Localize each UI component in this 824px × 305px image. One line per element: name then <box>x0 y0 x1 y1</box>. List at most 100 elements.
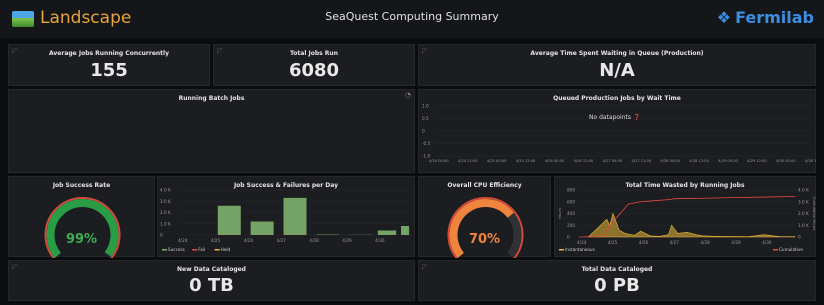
x-tick-label: 4/26 <box>244 238 254 243</box>
legend-label: Cumulative <box>779 247 803 252</box>
x-tick-label: 4/27 12:00 <box>631 159 651 163</box>
success-failures-chart: 4.0 K 3.0 K 2.0 K 1.0 K 0 4/24 4/25 4/26 4/27 4/2… <box>160 188 410 252</box>
x-tick-label: 4/27 00:00 <box>603 159 623 163</box>
legend-swatch <box>214 249 220 251</box>
stat-value: 0 TB <box>189 275 234 296</box>
x-tick-label: 4/27 <box>670 240 680 245</box>
y-tick-label: -0.5 <box>422 141 431 146</box>
gauge-fill <box>449 199 514 258</box>
x-tick-label: 4/30 <box>375 238 385 243</box>
y-left-tick-label: 0 <box>567 235 570 240</box>
x-tick-label: 4/26 12:00 <box>574 159 594 163</box>
panel-title: Running Batch Jobs <box>178 95 245 102</box>
x-tick-label: 4/24 <box>577 240 587 245</box>
y-tick-label: 4.0 K <box>160 188 171 193</box>
y-tick-label: 0.5 <box>422 116 429 121</box>
panel-title: Average Time Spent Waiting in Queue (Pro… <box>530 50 704 57</box>
legend-swatch <box>162 249 167 251</box>
gauge-fill <box>46 199 119 258</box>
panel-title: Total Jobs Run <box>290 50 338 57</box>
y-left-tick-label: 200 <box>567 223 575 228</box>
y-left-tick-label: 400 <box>567 211 575 216</box>
y-right-tick-label: 4.0 K <box>798 188 809 193</box>
legend-label: Fail <box>198 247 205 252</box>
panel-success-failures[interactable]: Job Success & Failures per Day 4.0 K 3.0 … <box>157 176 415 257</box>
x-tick-label: 4/28 12:00 <box>689 159 709 163</box>
stat-value: 0 PB <box>594 275 640 296</box>
dashboard-title: SeaQuest Computing Summary <box>325 10 499 23</box>
bar-success <box>283 197 307 235</box>
no-data-message: No datapoints ❓ <box>589 114 640 121</box>
panel-time-wasted[interactable]: Total Time Wasted by Running Jobs 800 600… <box>554 176 817 257</box>
panel-running-batch[interactable]: Running Batch Jobs ◔ <box>8 89 415 173</box>
bar-success <box>377 230 397 235</box>
y-left-tick-label: 800 <box>567 188 575 193</box>
y-right-tick-label: 1.0 K <box>798 223 809 228</box>
legend-swatch <box>559 249 564 251</box>
panel-cpu-efficiency[interactable]: Overall CPU Efficiency 70% <box>418 176 551 258</box>
panel-avg-wait[interactable]: ◸ Average Time Spent Waiting in Queue (P… <box>418 44 816 86</box>
x-tick-label: 4/29 00:00 <box>718 159 738 163</box>
legend-label: Held <box>221 247 231 252</box>
x-tick-label: 4/29 <box>342 238 352 243</box>
loading-icon: ◔ <box>404 91 411 99</box>
legend-label: Instantaneous <box>565 247 595 252</box>
brand-logo: ❖ Fermilab <box>717 8 814 27</box>
y-right-tick-label: 0 <box>798 235 801 240</box>
x-tick-label: 4/25 <box>211 238 221 243</box>
panel-total-data[interactable]: ◸ Total Data Cataloged 0 PB <box>418 260 816 301</box>
panel-new-data[interactable]: ◸ New Data Cataloged 0 TB <box>8 260 415 301</box>
legend-swatch <box>192 249 198 251</box>
y-left-axis-label: Hours <box>557 208 562 219</box>
bar-success <box>250 221 274 235</box>
y-tick-label: 2.0 K <box>160 210 171 215</box>
brand-name: Fermilab <box>735 8 814 27</box>
time-wasted-chart: 800 600 400 200 0 4.0 K 3.0 K 2.0 K 1.0 K 0 Hours C… <box>557 188 817 253</box>
y-tick-label: -1.0 <box>422 154 431 159</box>
y-tick-label: 0 <box>160 233 163 238</box>
gauge-value: 70% <box>468 232 501 247</box>
panel-title: Average Jobs Running Concurrently <box>48 50 170 57</box>
stat-value: 6080 <box>288 60 340 81</box>
y-tick-label: 1.0 K <box>160 221 171 226</box>
x-tick-label: 4/29 <box>731 240 741 245</box>
x-tick-label: 4/28 00:00 <box>660 159 680 163</box>
y-tick-label: 0 <box>422 129 425 134</box>
x-tick-label: 4/26 <box>639 240 649 245</box>
x-tick-label: 4/24 12:00 <box>458 159 478 163</box>
info-icon: ❓ <box>632 114 641 121</box>
panel-queued-jobs[interactable]: Queued Production Jobs by Wait Time 1.0 0… <box>418 89 817 173</box>
x-tick-label: 4/27 <box>277 238 287 243</box>
bar-success <box>401 226 410 235</box>
panel-title: Total Data Cataloged <box>581 266 653 273</box>
gauge-value: 99% <box>65 232 98 247</box>
y-right-tick-label: 3.0 K <box>798 199 809 204</box>
x-tick-label: 4/24 <box>178 238 188 243</box>
x-tick-label: 4/25 <box>608 240 618 245</box>
queued-chart: 1.0 0.5 0 -0.5 -1.04/24 00:00 4/24 12:00 4/25 … <box>422 104 817 164</box>
bar-success <box>217 205 241 235</box>
panel-success-rate[interactable]: Job Success Rate 99% <box>8 176 155 258</box>
fermilab-logo-icon: ❖ <box>716 8 732 27</box>
stat-value: 155 <box>90 60 128 81</box>
y-tick-label: 3.0 K <box>160 199 171 204</box>
x-tick-label: 4/28 <box>309 238 319 243</box>
x-tick-label: 4/28 <box>700 240 710 245</box>
x-tick-label: 4/30 <box>762 240 772 245</box>
x-tick-label: 4/25 12:00 <box>516 159 536 163</box>
top-bar: Landscape SeaQuest Computing Summary ❖ F… <box>0 0 824 38</box>
y-right-axis-label: Cumulative Hours <box>812 196 817 230</box>
legend-swatch <box>773 249 778 251</box>
y-right-tick-label: 2.0 K <box>798 211 809 216</box>
x-tick-label: 4/29 12:00 <box>747 159 767 163</box>
stat-value: N/A <box>599 60 635 81</box>
panel-total-jobs[interactable]: ◸ Total Jobs Run 6080 <box>213 44 415 86</box>
x-tick-label: 4/30 00:00 <box>776 159 796 163</box>
panel-title: New Data Cataloged <box>177 266 246 273</box>
x-tick-label: 4/24 00:00 <box>429 159 449 163</box>
no-data-text: No datapoints <box>589 114 632 121</box>
x-tick-label: 4/26 00:00 <box>545 159 565 163</box>
y-tick-label: 1.0 <box>422 104 429 109</box>
y-left-tick-label: 600 <box>567 199 575 204</box>
panel-avg-jobs[interactable]: ◸ Average Jobs Running Concurrently 155 <box>8 44 210 86</box>
